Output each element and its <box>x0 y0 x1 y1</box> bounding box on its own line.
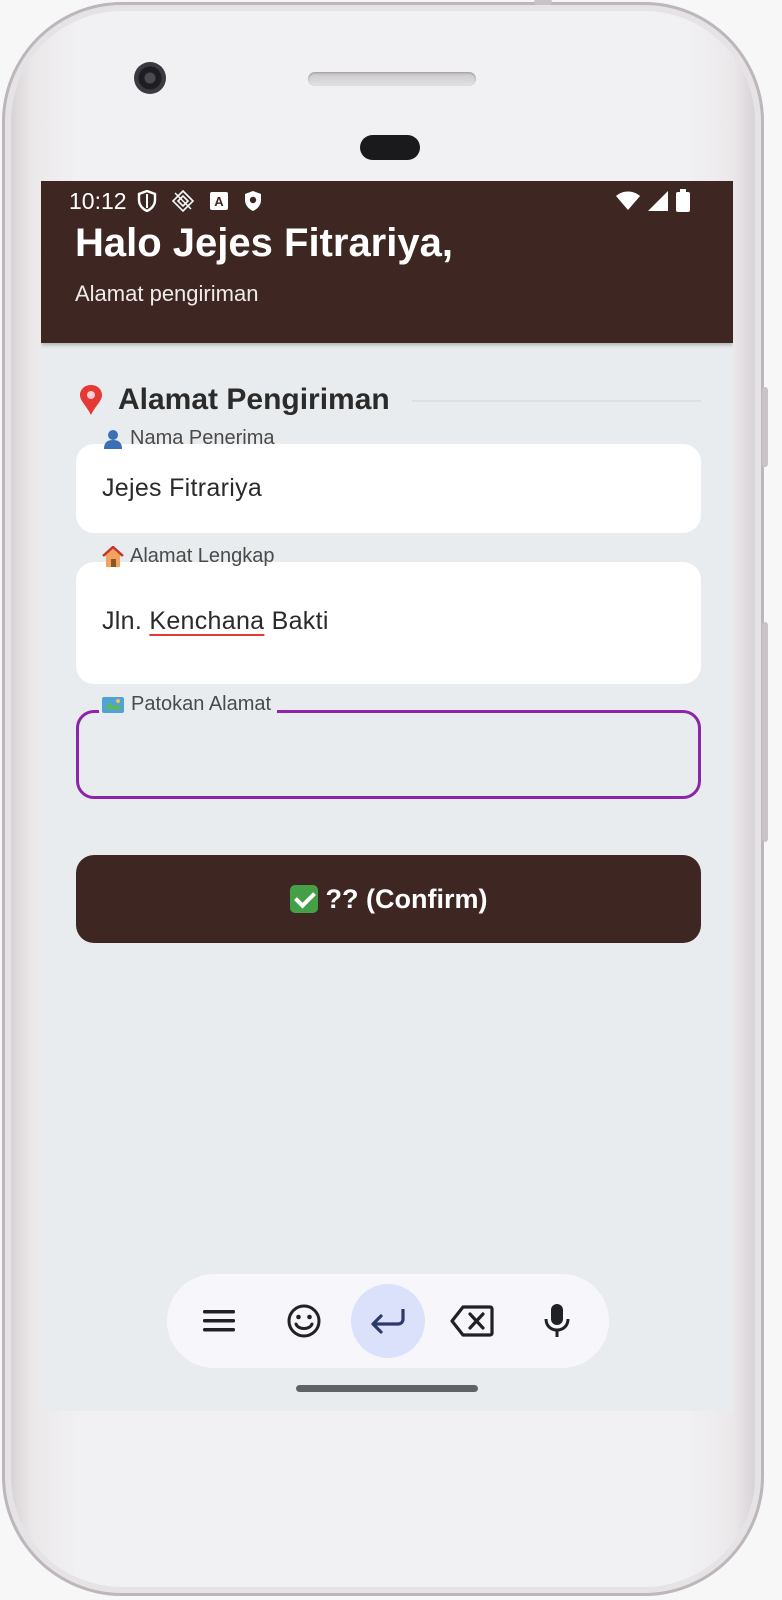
top-button <box>534 0 552 5</box>
keyboard-a-icon: A <box>210 192 228 210</box>
keyboard-toolbar <box>167 1274 609 1368</box>
full-address-field[interactable]: Alamat Lengkap Jln. Kenchana Bakti <box>76 545 701 684</box>
enter-button[interactable] <box>350 1284 425 1358</box>
mic-icon <box>544 1304 570 1337</box>
address-part-3: Bakti <box>264 607 329 635</box>
satellite-icon <box>171 189 195 213</box>
confirm-button[interactable]: ?? (Confirm) <box>76 855 701 943</box>
landmark-field[interactable]: Patokan Alamat <box>76 693 701 799</box>
mic-button[interactable] <box>520 1284 594 1358</box>
menu-button[interactable] <box>182 1284 256 1358</box>
map-icon <box>102 696 124 713</box>
section-title: Alamat Pengiriman <box>118 383 390 416</box>
person-icon <box>104 429 122 449</box>
play-protect-icon <box>245 191 261 211</box>
backspace-icon <box>450 1305 494 1337</box>
wifi-icon <box>616 191 640 210</box>
landmark-label: Patokan Alamat <box>131 693 272 715</box>
full-address-label-wrap: Alamat Lengkap <box>100 545 281 568</box>
enter-icon <box>371 1309 405 1334</box>
greeting-title: Halo Jejes Fitrariya, <box>75 221 453 265</box>
section-heading: Alamat Pengiriman <box>76 379 701 421</box>
menu-icon <box>203 1310 236 1332</box>
earpiece-speaker <box>308 72 476 86</box>
check-icon <box>289 885 318 913</box>
svg-text:A: A <box>214 194 224 209</box>
proximity-sensor <box>360 135 420 160</box>
header-subtitle: Alamat pengiriman <box>75 281 259 306</box>
emoji-button[interactable] <box>267 1284 341 1358</box>
status-time: 10:12 <box>69 188 127 214</box>
volume-button <box>762 622 768 842</box>
home-indicator[interactable] <box>296 1385 478 1392</box>
recipient-name-label: Nama Penerima <box>130 427 275 449</box>
screen: 10:12 A Halo Jejes Fitrariya, Alamat pen… <box>41 181 733 1411</box>
recipient-name-label-wrap: Nama Penerima <box>100 427 281 450</box>
full-address-value: Jln. Kenchana Bakti <box>102 607 329 636</box>
status-left-icons: A <box>137 189 263 213</box>
full-address-label: Alamat Lengkap <box>130 545 275 567</box>
pin-icon <box>80 385 102 415</box>
recipient-name-field[interactable]: Nama Penerima Jejes Fitrariya <box>76 427 701 533</box>
house-icon <box>102 545 124 567</box>
power-button <box>762 387 768 467</box>
address-part-1: Jln. <box>102 607 150 635</box>
cell-signal-icon <box>648 191 668 211</box>
backspace-button[interactable] <box>435 1284 509 1358</box>
front-camera <box>134 62 166 94</box>
status-right-icons <box>615 189 691 213</box>
recipient-name-value: Jejes Fitrariya <box>102 474 263 502</box>
landmark-label-wrap: Patokan Alamat <box>99 693 278 716</box>
battery-icon <box>676 189 690 212</box>
app-header: 10:12 A Halo Jejes Fitrariya, Alamat pen… <box>41 181 733 343</box>
section-divider <box>411 400 701 402</box>
emoji-icon <box>287 1304 321 1338</box>
address-part-misspelled: Kenchana <box>149 607 265 635</box>
confirm-button-label: ?? (Confirm) <box>325 883 488 914</box>
shield-icon <box>137 190 157 212</box>
